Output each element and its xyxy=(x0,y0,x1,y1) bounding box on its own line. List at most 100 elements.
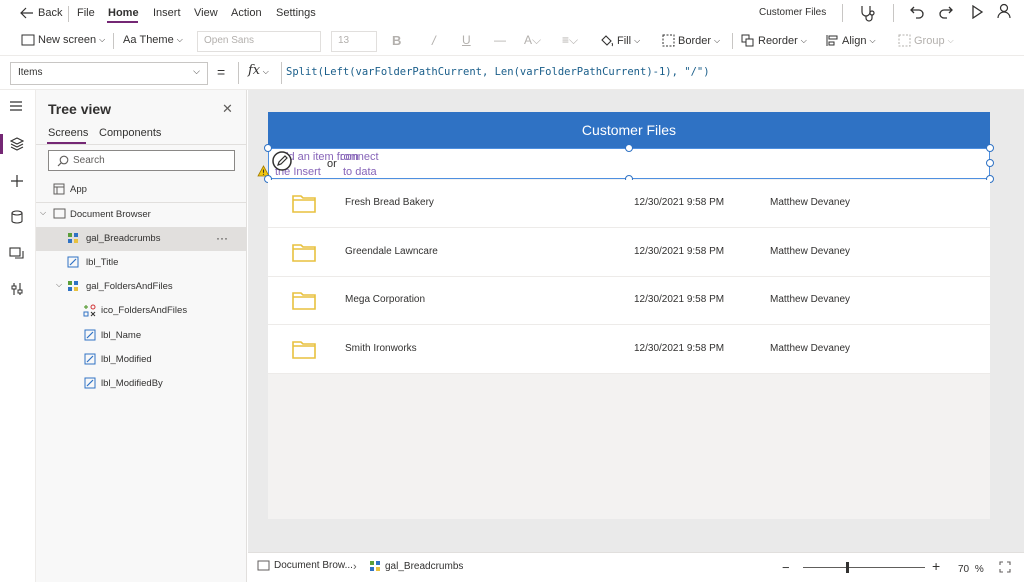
media-icon[interactable] xyxy=(9,246,24,260)
fx-button[interactable]: fx ⌵ xyxy=(248,63,269,78)
folder-icon xyxy=(292,340,316,359)
tree-item-lbl-modified-by[interactable]: lbl_ModifiedBy xyxy=(36,372,247,396)
app-checker-icon[interactable] xyxy=(858,4,876,22)
zoom-out-button[interactable]: − xyxy=(782,560,790,575)
menu-home[interactable]: Home xyxy=(108,7,139,19)
tree-item-lbl-name[interactable]: lbl_Name xyxy=(36,324,247,348)
tab-components[interactable]: Components xyxy=(99,127,161,139)
fill-button[interactable]: Fill ⌵ xyxy=(600,34,640,47)
file-modified-by: Matthew Devaney xyxy=(770,343,851,354)
strikethrough-button[interactable]: — xyxy=(494,33,506,47)
tree-item-gal-breadcrumbs[interactable]: gal_Breadcrumbs ··· xyxy=(36,227,247,251)
zoom-slider-thumb[interactable] xyxy=(846,562,849,573)
folder-icon xyxy=(292,194,316,213)
chevron-down-icon: ⌵ xyxy=(714,35,721,45)
new-screen-button[interactable]: New screen ⌵ xyxy=(21,34,105,46)
group-button[interactable]: Group ⌵ xyxy=(898,34,954,47)
tab-screens[interactable]: Screens xyxy=(48,127,88,139)
more-options-icon[interactable]: ··· xyxy=(216,231,228,245)
tree-item-app[interactable]: App xyxy=(36,178,247,202)
tree-item-gal-folders-and-files[interactable]: ⌵ gal_FoldersAndFiles xyxy=(36,275,247,299)
insert-plus-icon[interactable] xyxy=(10,174,24,188)
advanced-tools-icon[interactable] xyxy=(10,282,24,296)
menu-settings[interactable]: Settings xyxy=(276,7,316,19)
status-control-label: gal_Breadcrumbs xyxy=(385,560,464,572)
label-icon xyxy=(67,256,79,268)
resize-handle[interactable] xyxy=(625,144,633,152)
folder-icon xyxy=(292,243,316,262)
tree-item-lbl-title[interactable]: lbl_Title xyxy=(36,251,247,275)
file-row[interactable]: Mega Corporation 12/30/2021 9:58 PM Matt… xyxy=(268,277,990,325)
status-screen-chip[interactable]: Document Brow... xyxy=(257,560,353,571)
file-modified: 12/30/2021 9:58 PM xyxy=(634,343,725,354)
left-rail xyxy=(0,90,36,582)
close-icon[interactable]: ✕ xyxy=(222,101,233,117)
search-icon xyxy=(57,155,69,167)
zoom-in-button[interactable]: + xyxy=(932,558,940,574)
fit-to-window-icon[interactable] xyxy=(999,561,1011,573)
undo-icon[interactable] xyxy=(909,4,925,20)
screen-icon xyxy=(53,208,66,219)
resize-handle[interactable] xyxy=(264,144,272,152)
menu-action[interactable]: Action xyxy=(231,7,262,19)
underline-button[interactable]: U xyxy=(462,33,471,47)
theme-icon: Aa xyxy=(123,34,137,46)
play-icon[interactable] xyxy=(970,5,984,19)
tree-view-layers-icon[interactable] xyxy=(10,137,24,151)
align-button[interactable]: Align ⌵ xyxy=(826,34,876,47)
resize-handle[interactable] xyxy=(986,159,994,167)
formula-input[interactable]: Split(Left(varFolderPathCurrent, Len(var… xyxy=(286,66,710,78)
edit-pencil-icon[interactable] xyxy=(272,151,292,171)
reorder-label: Reorder xyxy=(758,34,798,47)
chevron-down-icon: ⌵ xyxy=(869,35,876,45)
label-icon xyxy=(84,377,96,389)
user-icon[interactable] xyxy=(996,3,1012,19)
screen-icon xyxy=(257,560,270,571)
gallery-icon xyxy=(67,232,79,244)
bold-button[interactable]: B xyxy=(392,33,401,48)
resize-handle[interactable] xyxy=(986,144,994,152)
reorder-icon xyxy=(741,34,755,47)
menu-insert[interactable]: Insert xyxy=(153,7,181,19)
theme-button[interactable]: Aa Theme ⌵ xyxy=(123,34,183,46)
tree-item-label: lbl_Title xyxy=(86,257,119,268)
chevron-down-icon: ⌵ xyxy=(40,208,47,217)
toolbar-divider xyxy=(732,33,733,49)
tree-item-label: ico_FoldersAndFiles xyxy=(101,305,188,316)
folder-icon xyxy=(292,291,316,310)
data-cylinder-icon[interactable] xyxy=(10,210,24,224)
font-color-button[interactable]: A⌵ xyxy=(524,33,541,48)
font-size-select[interactable]: 13 xyxy=(331,31,377,52)
gallery-placeholder-or: or xyxy=(327,158,337,170)
chevron-down-icon: ⌵ xyxy=(176,35,183,44)
tree-item-document-browser[interactable]: ⌵ Document Browser xyxy=(36,203,247,227)
file-row[interactable]: Greendale Lawncare 12/30/2021 9:58 PM Ma… xyxy=(268,229,990,277)
tree-item-label: gal_Breadcrumbs xyxy=(86,233,161,244)
tree-item-label: lbl_Modified xyxy=(101,354,152,365)
text-align-button[interactable]: ≡⌵ xyxy=(562,33,578,48)
file-row[interactable]: Fresh Bread Bakery 12/30/2021 9:58 PM Ma… xyxy=(268,180,990,228)
italic-button[interactable]: / xyxy=(432,33,436,48)
tree-item-ico-folders-and-files[interactable]: ico_FoldersAndFiles xyxy=(36,299,247,323)
border-button[interactable]: Border ⌵ xyxy=(662,34,720,47)
property-select[interactable]: Items ⌵ xyxy=(10,62,208,85)
file-modified-by: Matthew Devaney xyxy=(770,197,851,208)
group-label: Group xyxy=(914,34,945,47)
redo-icon[interactable] xyxy=(938,4,954,20)
tree-item-lbl-modified[interactable]: lbl_Modified xyxy=(36,348,247,372)
font-select[interactable]: Open Sans xyxy=(197,31,321,52)
tree-search-input[interactable]: Search xyxy=(48,150,235,171)
hamburger-menu-icon[interactable] xyxy=(9,100,23,112)
formula-divider xyxy=(238,62,239,84)
reorder-button[interactable]: Reorder ⌵ xyxy=(741,34,807,47)
menu-file[interactable]: File xyxy=(77,7,95,19)
placeholder-line: connect xyxy=(340,151,379,163)
back-button[interactable]: Back xyxy=(20,7,62,19)
file-modified-by: Matthew Devaney xyxy=(770,246,851,257)
status-screen-label: Document Brow... xyxy=(274,560,353,571)
zoom-slider[interactable] xyxy=(803,567,925,568)
status-control-chip[interactable]: gal_Breadcrumbs xyxy=(369,560,463,572)
menu-view[interactable]: View xyxy=(194,7,218,19)
property-value: Items xyxy=(18,67,43,78)
file-row[interactable]: Smith Ironworks 12/30/2021 9:58 PM Matth… xyxy=(268,326,990,374)
